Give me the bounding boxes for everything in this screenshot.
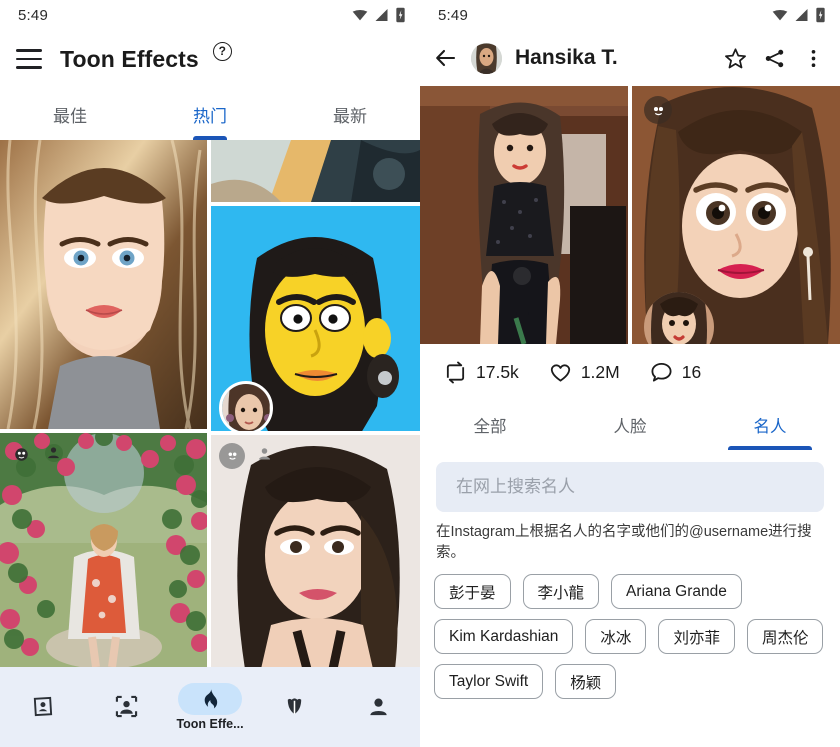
nav-label-toon-effects: Toon Effe... bbox=[176, 717, 244, 731]
nav-item-profile[interactable] bbox=[336, 690, 420, 724]
post-stats-row: 17.5k 1.2M 16 bbox=[420, 344, 840, 400]
face-group-icon bbox=[115, 695, 137, 717]
celebrity-search-box[interactable] bbox=[436, 462, 824, 512]
chip-celebrity[interactable]: 李小龍 bbox=[522, 574, 600, 609]
chip-celebrity[interactable]: 彭于晏 bbox=[434, 574, 511, 609]
flame-icon bbox=[204, 689, 218, 709]
grid-column-left bbox=[0, 140, 207, 667]
avatar-image bbox=[471, 42, 502, 74]
avatar[interactable] bbox=[471, 42, 502, 74]
grid-column-right bbox=[211, 140, 420, 667]
original-photo[interactable] bbox=[420, 86, 628, 344]
chip-celebrity[interactable]: 周杰伦 bbox=[746, 619, 824, 654]
toon-result-photo[interactable] bbox=[632, 86, 840, 344]
bottom-navigation-bar: Toon Effe... bbox=[0, 667, 420, 747]
battery-icon bbox=[816, 7, 825, 23]
more-vertical-icon[interactable] bbox=[800, 45, 826, 71]
rose-garden-image bbox=[0, 433, 207, 667]
photo-frame-icon bbox=[33, 696, 52, 716]
tab-newest[interactable]: 最新 bbox=[280, 88, 420, 140]
right-status-bar: 5:49 bbox=[420, 0, 840, 30]
wifi-icon bbox=[352, 10, 368, 21]
chip-celebrity[interactable]: Ariana Grande bbox=[611, 574, 742, 609]
artwork-crop-image bbox=[211, 140, 420, 202]
heart-icon bbox=[550, 363, 570, 382]
stat-comments-value: 16 bbox=[681, 361, 702, 382]
person-icon bbox=[369, 698, 387, 715]
profile-title: Hansika T. bbox=[515, 46, 618, 69]
original-photo-image bbox=[420, 86, 628, 344]
status-time: 5:49 bbox=[18, 6, 48, 24]
nav-pill-faces bbox=[94, 690, 158, 722]
stat-likes[interactable]: 1.2M bbox=[549, 361, 620, 384]
nav-item-flowers[interactable] bbox=[252, 690, 336, 724]
search-hint-text: 在Instagram上根据名人的名字或他们的@username进行搜索。 bbox=[436, 524, 812, 561]
tulip-icon bbox=[287, 697, 301, 714]
effects-image-grid bbox=[0, 140, 420, 667]
toon-face-icon bbox=[8, 441, 34, 467]
left-tab-bar: 最佳 热门 最新 bbox=[0, 88, 420, 140]
face-thumbnail-image bbox=[222, 383, 270, 431]
person-icon bbox=[40, 439, 66, 465]
nav-item-toon-effects[interactable]: Toon Effe... bbox=[168, 683, 252, 731]
tab-celebrities[interactable]: 名人 bbox=[700, 400, 840, 450]
tab-popular[interactable]: 热门 bbox=[140, 88, 280, 140]
comment-icon bbox=[651, 362, 672, 382]
grid-item-rose-garden[interactable] bbox=[0, 433, 207, 667]
right-phone-panel: 5:49 Hansika T. 17.5k 1.2M 16 全部 人脸 名人 在… bbox=[420, 0, 840, 747]
nav-item-faces[interactable] bbox=[84, 690, 168, 724]
status-icons bbox=[352, 7, 406, 23]
nav-pill-toon-effects bbox=[178, 683, 242, 715]
glamour-toon-image bbox=[211, 434, 420, 667]
search-section bbox=[420, 450, 840, 512]
chip-celebrity[interactable]: Kim Kardashian bbox=[434, 619, 574, 654]
toon-face-icon bbox=[644, 96, 672, 124]
grid-item-artwork-crop[interactable] bbox=[211, 140, 420, 202]
grid-item-simpsons-portrait[interactable] bbox=[211, 205, 420, 431]
stat-comments[interactable]: 16 bbox=[650, 361, 701, 384]
dual-phone-screenshot: 5:49 Toon Effects ? 最佳 热门 最新 Toon Effe..… bbox=[0, 0, 840, 747]
celebrity-suggestion-chips: 彭于晏 李小龍 Ariana Grande Kim Kardashian 冰冰 … bbox=[420, 568, 840, 699]
chip-celebrity[interactable]: 冰冰 bbox=[585, 619, 647, 654]
stat-reposts[interactable]: 17.5k bbox=[444, 361, 519, 384]
star-icon[interactable] bbox=[722, 45, 748, 71]
help-icon[interactable]: ? bbox=[212, 41, 232, 61]
grid-item-cartoon-portrait-blonde[interactable] bbox=[0, 140, 207, 429]
person-icon bbox=[251, 441, 277, 467]
tab-faces[interactable]: 人脸 bbox=[560, 400, 700, 450]
left-status-bar: 5:49 bbox=[0, 0, 420, 30]
left-phone-panel: 5:49 Toon Effects ? 最佳 热门 最新 Toon Effe..… bbox=[0, 0, 420, 747]
back-arrow-icon[interactable] bbox=[434, 46, 458, 70]
face-thumbnail bbox=[219, 380, 273, 431]
battery-icon bbox=[396, 7, 405, 23]
toon-face-icon bbox=[219, 442, 245, 469]
nav-pill-profile bbox=[346, 690, 410, 722]
nav-pill-frames bbox=[10, 690, 74, 722]
nav-pill-flowers bbox=[262, 690, 326, 722]
nav-item-frames[interactable] bbox=[0, 690, 84, 724]
wifi-icon bbox=[772, 10, 788, 21]
app-title: Toon Effects bbox=[60, 45, 199, 72]
status-time: 5:49 bbox=[438, 6, 468, 24]
chip-celebrity[interactable]: 杨颖 bbox=[555, 664, 617, 699]
tab-best[interactable]: 最佳 bbox=[0, 88, 140, 140]
share-icon[interactable] bbox=[761, 45, 787, 71]
left-app-bar: Toon Effects ? bbox=[0, 30, 420, 88]
cartoon-portrait-blonde-image bbox=[0, 140, 207, 429]
stat-likes-value: 1.2M bbox=[580, 361, 620, 382]
stat-reposts-value: 17.5k bbox=[476, 361, 519, 382]
right-app-bar: Hansika T. bbox=[420, 30, 840, 86]
right-tab-bar: 全部 人脸 名人 bbox=[420, 400, 840, 450]
signal-icon bbox=[795, 9, 808, 21]
result-media-pair bbox=[420, 86, 840, 344]
chip-celebrity[interactable]: 刘亦菲 bbox=[658, 619, 735, 654]
repost-icon bbox=[446, 361, 465, 383]
hamburger-menu-icon[interactable] bbox=[16, 49, 42, 69]
chip-celebrity[interactable]: Taylor Swift bbox=[434, 664, 544, 699]
grid-item-glamour-toon[interactable] bbox=[211, 434, 420, 667]
status-icons bbox=[772, 7, 826, 23]
celebrity-search-input[interactable] bbox=[456, 477, 804, 497]
signal-icon bbox=[375, 9, 388, 21]
tab-all[interactable]: 全部 bbox=[420, 400, 560, 450]
